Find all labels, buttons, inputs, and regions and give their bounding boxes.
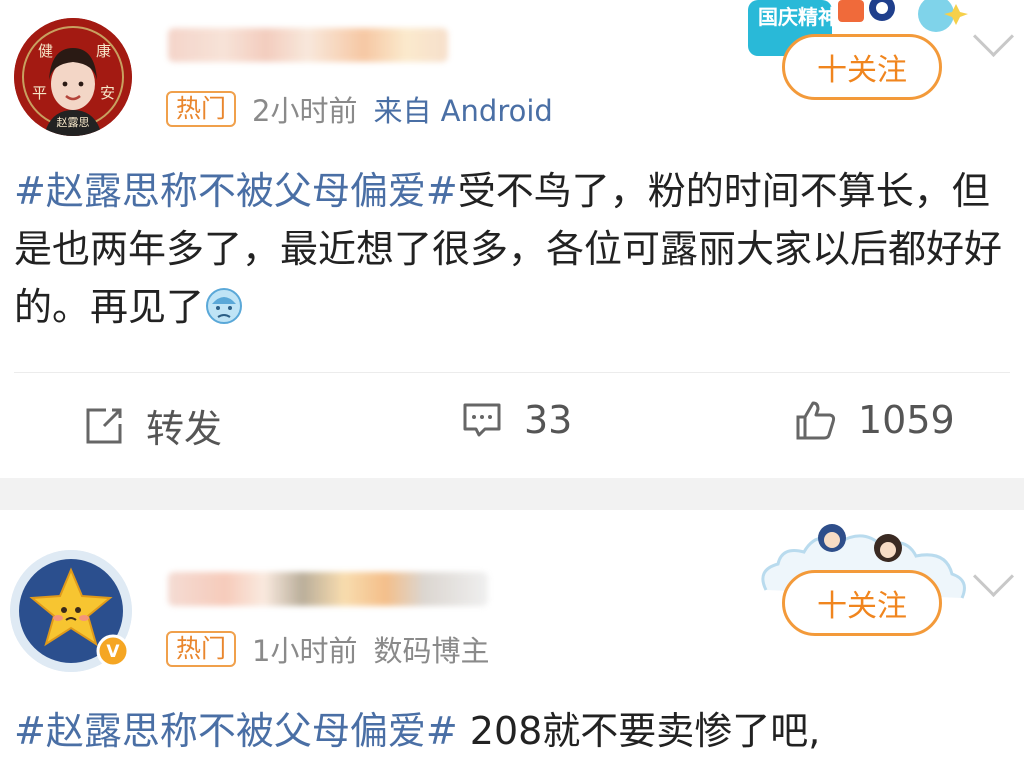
avatar-char-3: 平 [32,84,47,102]
post-meta: 热门 1小时前 数码博主 [166,628,489,670]
post-content: #赵露思称不被父母偏爱#受不鸟了，粉的时间不算长，但是也两年多了，最近想了很多，… [14,162,1014,336]
hashtag-link[interactable]: #赵露思称不被父母偏爱# [14,709,458,753]
username-blurred[interactable] [168,572,488,606]
repost-icon [86,408,122,443]
post-source[interactable]: 来自 Android [373,88,552,130]
chevron-down-icon[interactable] [972,15,1015,58]
like-button[interactable]: 1059 [794,398,955,442]
post-source: 数码博主 [373,634,490,668]
verified-letter: V [106,642,120,662]
verified-badge-icon: V [96,634,130,668]
avatar-portrait: 健 康 平 安 赵露思 [14,18,132,136]
chevron-down-icon[interactable] [972,555,1015,598]
avatar[interactable]: 健 康 平 安 赵露思 [14,18,132,136]
post-body: 208就不要卖惨了吧, [457,709,821,753]
sticker-text: 国庆精神 [758,5,838,29]
hashtag-link[interactable]: #赵露思称不被父母偏爱# [14,169,458,213]
post-time: 1小时前 [252,634,358,668]
crying-emoji-icon [206,288,243,324]
repost-label: 转发 [146,407,223,451]
weibo-post-1: 健 康 平 安 赵露思 热门 2小时前 来自 Android 国庆精神 十关注 … [0,0,1024,478]
username-blurred[interactable] [168,28,448,62]
post-time: 2小时前 [252,94,358,128]
follow-button[interactable]: 十关注 [782,570,942,636]
avatar-char-2: 康 [96,42,111,60]
post-content: #赵露思称不被父母偏爱# 208就不要卖惨了吧, [14,702,1014,760]
comment-icon [463,403,501,437]
like-count: 1059 [858,398,955,442]
post-meta: 热门 2小时前 来自 Android [166,88,553,130]
repost-button[interactable]: 转发 [82,398,222,453]
weibo-post-2: V 热门 1小时前 数码博主 十关注 #赵露思称不被父母偏爱# 208就不要卖惨… [0,510,1024,753]
divider [14,372,1010,373]
avatar-name: 赵露思 [57,115,90,129]
thumbs-up-icon [796,401,836,440]
hot-badge: 热门 [166,631,237,667]
follow-button[interactable]: 十关注 [782,34,942,100]
comment-button[interactable]: 33 [460,398,572,442]
action-bar: 转发 33 1059 [0,398,1024,458]
comment-count: 33 [524,398,573,442]
avatar-char-1: 健 [38,42,53,60]
hot-badge: 热门 [166,91,237,127]
feed-separator [0,478,1024,510]
avatar-char-4: 安 [100,84,115,102]
